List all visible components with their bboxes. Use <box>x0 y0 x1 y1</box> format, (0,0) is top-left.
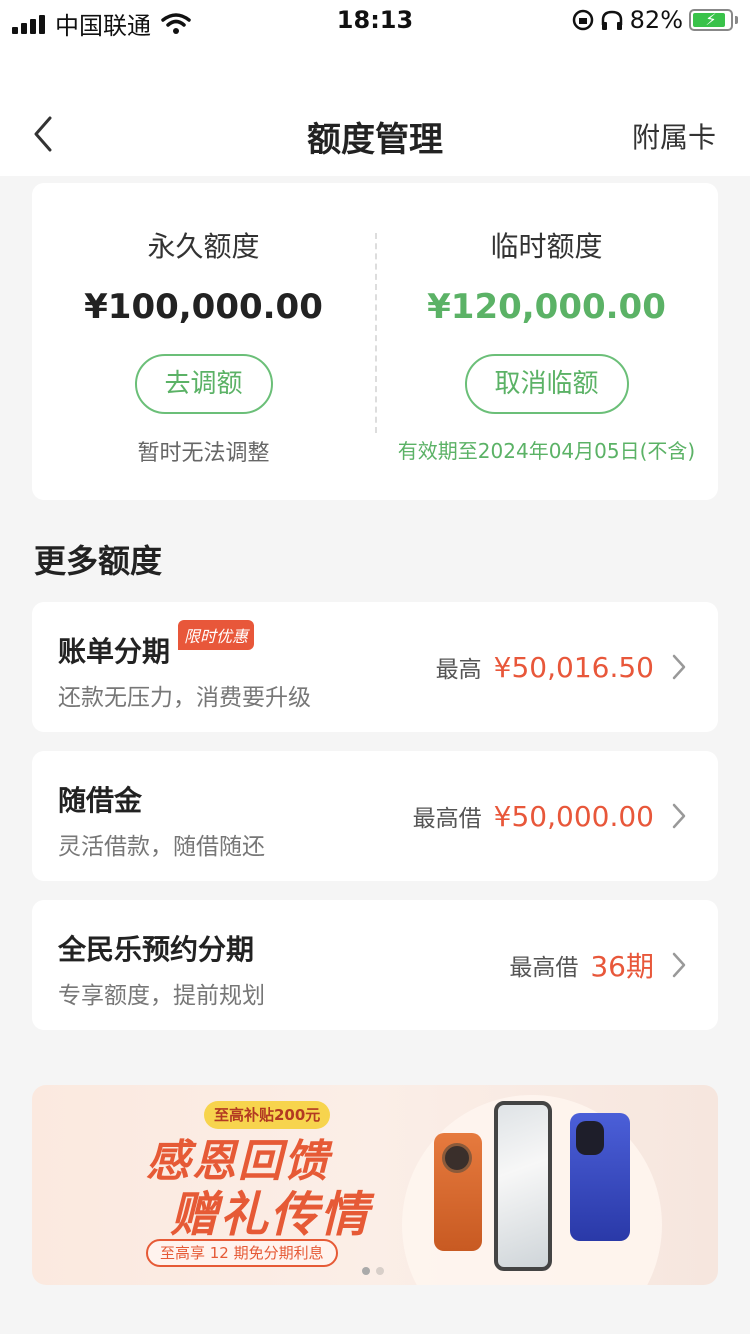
item-subtitle: 专享额度，提前规划 <box>58 983 265 1009</box>
item-prefix: 最高借 <box>412 806 482 832</box>
promo-badge: 限时优惠 <box>178 620 255 650</box>
supplementary-card-link[interactable]: 附属卡 <box>632 116 716 156</box>
item-prefix: 最高 <box>435 657 482 683</box>
item-title: 全民乐预约分期 <box>58 933 255 966</box>
item-title: 账单分期 <box>58 635 171 668</box>
banner-pill: 至高享 12 期免分期利息 <box>146 1239 338 1267</box>
permanent-limit-label: 永久额度 <box>147 230 260 263</box>
battery-icon: ⚡ <box>689 9 733 31</box>
item-subtitle: 灵活借款，随借随还 <box>58 834 265 860</box>
adjust-limit-button[interactable]: 去调额 <box>134 354 273 414</box>
promo-banner[interactable]: 至高补贴200元 感恩回馈 赠礼传情 至高享 12 期免分期利息 <box>32 1085 718 1285</box>
rotation-lock-icon <box>572 9 593 31</box>
battery-percent: 82% <box>629 6 683 34</box>
phone-image <box>570 1113 630 1241</box>
temporary-limit: 临时额度 ¥120,000.00 取消临额 有效期至2024年04月05日(不含… <box>375 183 718 500</box>
status-right: 82% ⚡ <box>572 6 738 34</box>
section-title: 更多额度 <box>34 542 163 580</box>
chevron-right-icon <box>672 952 686 978</box>
item-right: 最高借 36期 <box>509 900 688 1030</box>
list-item-cash-loan[interactable]: 随借金 灵活借款，随借随还 最高借 ¥50,000.00 <box>32 751 718 881</box>
item-value: 36期 <box>590 950 654 983</box>
banner-headline: 赠礼传情 <box>170 1187 371 1243</box>
item-subtitle: 还款无压力，消费要升级 <box>58 685 311 711</box>
temporary-limit-amount: ¥120,000.00 <box>427 287 666 327</box>
temporary-limit-note: 有效期至2024年04月05日(不含) <box>397 439 696 463</box>
status-bar: 中国联通 18:13 82% ⚡ <box>0 0 750 44</box>
item-title: 随借金 <box>58 784 143 817</box>
chevron-right-icon <box>672 654 686 680</box>
permanent-limit-note: 暂时无法调整 <box>137 441 270 466</box>
limit-card: 永久额度 ¥100,000.00 去调额 暂时无法调整 临时额度 ¥120,00… <box>32 183 718 500</box>
item-value: ¥50,016.50 <box>493 650 654 684</box>
item-prefix: 最高借 <box>509 955 579 981</box>
item-value: ¥50,000.00 <box>493 799 654 833</box>
temporary-limit-label: 临时额度 <box>490 230 603 263</box>
permanent-limit: 永久额度 ¥100,000.00 去调额 暂时无法调整 <box>32 183 375 500</box>
item-right: 最高借 ¥50,000.00 <box>413 751 688 881</box>
permanent-limit-amount: ¥100,000.00 <box>84 287 323 327</box>
battery-cap <box>735 16 738 24</box>
headphones-icon <box>601 10 622 30</box>
cancel-temp-limit-button[interactable]: 取消临额 <box>464 354 629 414</box>
phone-image <box>494 1101 552 1271</box>
item-right: 最高 ¥50,016.50 <box>436 602 688 732</box>
phone-image <box>434 1133 482 1251</box>
chevron-right-icon <box>672 803 686 829</box>
list-item-reserved-installment[interactable]: 全民乐预约分期 专享额度，提前规划 最高借 36期 <box>32 900 718 1030</box>
nav-bar: 额度管理 附属卡 <box>0 44 750 176</box>
carousel-dots <box>362 1267 384 1275</box>
list-item-installment[interactable]: 账单分期 限时优惠 还款无压力，消费要升级 最高 ¥50,016.50 <box>32 602 718 732</box>
